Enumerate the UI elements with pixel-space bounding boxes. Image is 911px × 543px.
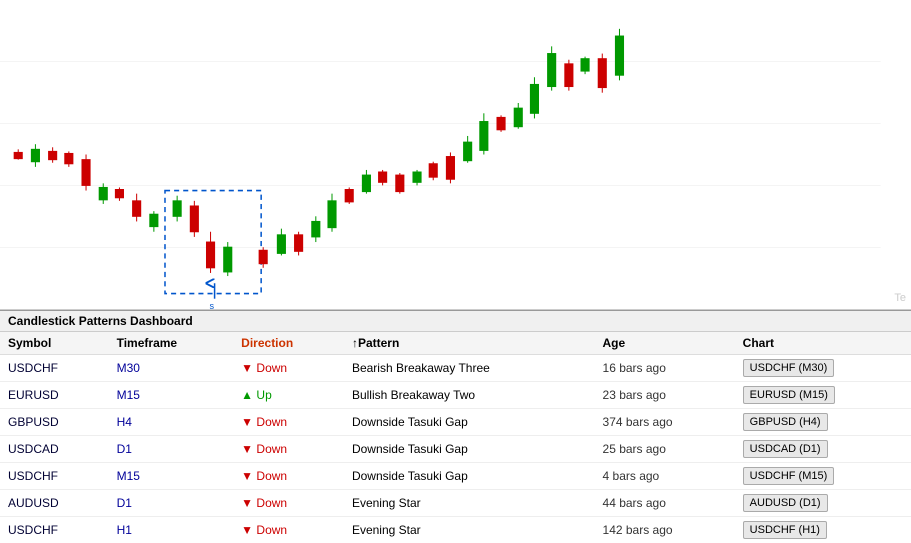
cell-timeframe: M15 [109, 382, 234, 409]
cell-age: 23 bars ago [595, 382, 735, 409]
cell-pattern: Downside Tasuki Gap [344, 409, 595, 436]
cell-pattern: Downside Tasuki Gap [344, 436, 595, 463]
cell-symbol: USDCHF [0, 463, 109, 490]
cell-direction: ▼ Down [233, 409, 344, 436]
cell-chart[interactable]: USDCHF (M30) [735, 355, 911, 382]
col-timeframe: Timeframe [109, 332, 234, 355]
table-row: USDCHF H1 ▼ Down Evening Star 142 bars a… [0, 517, 911, 543]
cell-timeframe: M30 [109, 355, 234, 382]
col-chart: Chart [735, 332, 911, 355]
candlestick-chart: s [0, 0, 911, 309]
cell-symbol: EURUSD [0, 382, 109, 409]
chart-button[interactable]: AUDUSD (D1) [743, 494, 828, 512]
cell-symbol: USDCHF [0, 355, 109, 382]
cell-age: 4 bars ago [595, 463, 735, 490]
cell-chart[interactable]: USDCHF (H1) [735, 517, 911, 543]
table-row: AUDUSD D1 ▼ Down Evening Star 44 bars ag… [0, 490, 911, 517]
dashboard-title: Candlestick Patterns Dashboard [0, 311, 911, 332]
col-symbol: Symbol [0, 332, 109, 355]
table-row: USDCHF M30 ▼ Down Bearish Breakaway Thre… [0, 355, 911, 382]
table-row: GBPUSD H4 ▼ Down Downside Tasuki Gap 374… [0, 409, 911, 436]
direction-arrow-icon: ▼ [241, 496, 253, 510]
cell-age: 25 bars ago [595, 436, 735, 463]
direction-arrow-icon: ▼ [241, 361, 253, 375]
cell-age: 44 bars ago [595, 490, 735, 517]
cell-age: 142 bars ago [595, 517, 735, 543]
patterns-table-container[interactable]: Symbol Timeframe Direction ↑Pattern Age … [0, 332, 911, 542]
chart-button[interactable]: GBPUSD (H4) [743, 413, 828, 431]
col-pattern[interactable]: ↑Pattern [344, 332, 595, 355]
cell-chart[interactable]: USDCAD (D1) [735, 436, 911, 463]
cell-direction: ▼ Down [233, 436, 344, 463]
chart-watermark: Te [894, 292, 906, 304]
direction-arrow-icon: ▲ [241, 388, 253, 402]
direction-arrow-icon: ▼ [241, 523, 253, 537]
cell-pattern: Bullish Breakaway Two [344, 382, 595, 409]
chart-button[interactable]: USDCHF (M30) [743, 359, 835, 377]
cell-timeframe: H1 [109, 517, 234, 543]
col-age: Age [595, 332, 735, 355]
cell-symbol: USDCAD [0, 436, 109, 463]
cell-timeframe: H4 [109, 409, 234, 436]
chart-button[interactable]: USDCHF (M15) [743, 467, 835, 485]
cell-timeframe: D1 [109, 490, 234, 517]
direction-arrow-icon: ▼ [241, 415, 253, 429]
svg-text:s: s [210, 301, 215, 309]
direction-arrow-icon: ▼ [241, 469, 253, 483]
cell-chart[interactable]: EURUSD (M15) [735, 382, 911, 409]
cell-pattern: Downside Tasuki Gap [344, 463, 595, 490]
cell-chart[interactable]: GBPUSD (H4) [735, 409, 911, 436]
cell-age: 16 bars ago [595, 355, 735, 382]
cell-direction: ▼ Down [233, 517, 344, 543]
table-row: USDCHF M15 ▼ Down Downside Tasuki Gap 4 … [0, 463, 911, 490]
patterns-table: Symbol Timeframe Direction ↑Pattern Age … [0, 332, 911, 542]
dashboard: Candlestick Patterns Dashboard Symbol Ti… [0, 310, 911, 542]
cell-age: 374 bars ago [595, 409, 735, 436]
cell-direction: ▼ Down [233, 355, 344, 382]
cell-chart[interactable]: USDCHF (M15) [735, 463, 911, 490]
cell-symbol: GBPUSD [0, 409, 109, 436]
cell-pattern: Evening Star [344, 517, 595, 543]
table-row: EURUSD M15 ▲ Up Bullish Breakaway Two 23… [0, 382, 911, 409]
chart-button[interactable]: EURUSD (M15) [743, 386, 835, 404]
cell-chart[interactable]: AUDUSD (D1) [735, 490, 911, 517]
cell-direction: ▲ Up [233, 382, 344, 409]
direction-arrow-icon: ▼ [241, 442, 253, 456]
table-row: USDCAD D1 ▼ Down Downside Tasuki Gap 25 … [0, 436, 911, 463]
cell-timeframe: D1 [109, 436, 234, 463]
chart-button[interactable]: USDCAD (D1) [743, 440, 828, 458]
chart-button[interactable]: USDCHF (H1) [743, 521, 827, 539]
cell-pattern: Bearish Breakaway Three [344, 355, 595, 382]
cell-timeframe: M15 [109, 463, 234, 490]
col-direction: Direction [233, 332, 344, 355]
chart-area: EURUSD,M15 1.11642 1.11687 1.11642 1.116… [0, 0, 911, 310]
cell-direction: ▼ Down [233, 463, 344, 490]
cell-symbol: AUDUSD [0, 490, 109, 517]
cell-pattern: Evening Star [344, 490, 595, 517]
cell-direction: ▼ Down [233, 490, 344, 517]
cell-symbol: USDCHF [0, 517, 109, 543]
